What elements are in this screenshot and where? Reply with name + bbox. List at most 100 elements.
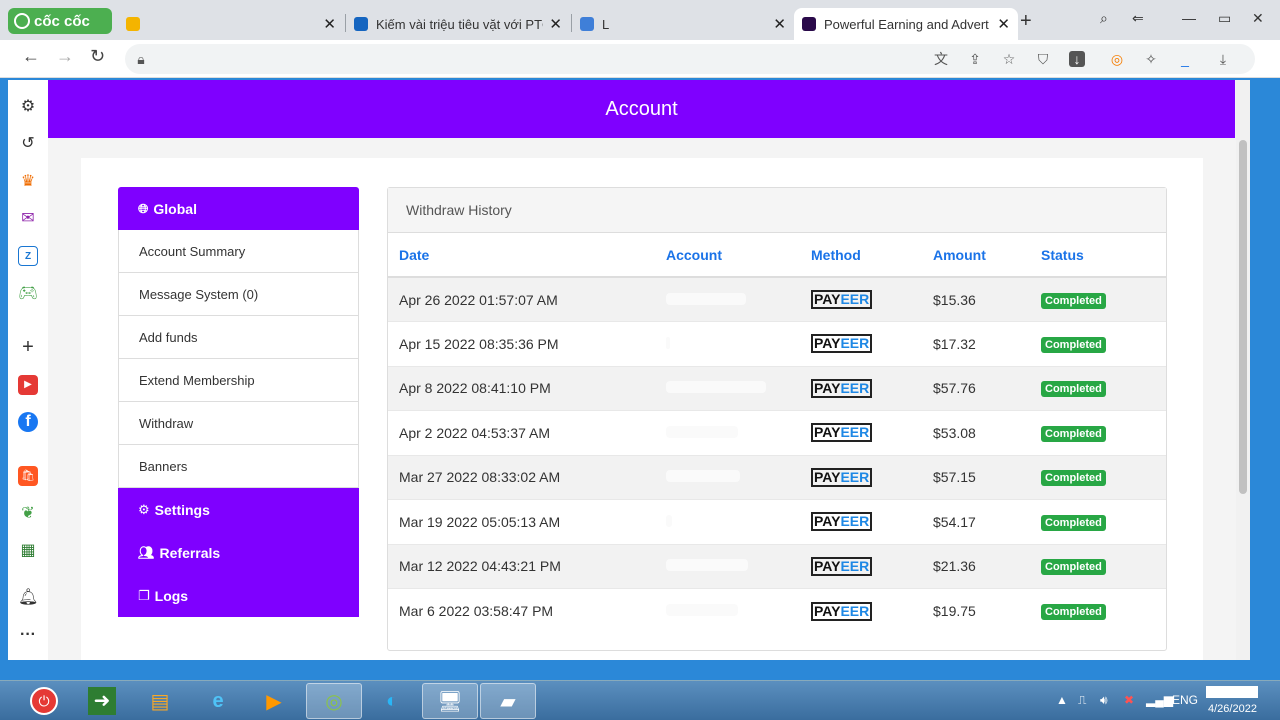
signal-icon[interactable]: ▂▄▆: [1146, 693, 1173, 707]
payeer-logo-eer: EER: [840, 557, 870, 574]
scrollbar-thumb[interactable]: [1239, 140, 1247, 494]
back-icon[interactable]: ←: [22, 46, 40, 67]
menu-settings[interactable]: ⚙ Settings: [118, 488, 359, 531]
tab-active[interactable]: Powerful Earning and Advert ✕: [794, 8, 1018, 40]
redacted-account: [666, 381, 766, 394]
history-icon[interactable]: ↺: [18, 134, 38, 154]
taskbar-notes[interactable]: ▰: [480, 683, 536, 719]
cell-date: Mar 6 2022 03:58:47 PM: [388, 588, 666, 633]
messenger-icon[interactable]: ✉: [18, 209, 38, 229]
language-indicator[interactable]: ENG: [1172, 693, 1198, 707]
youtube-icon[interactable]: ▶: [18, 375, 38, 395]
close-tab-icon[interactable]: ✕: [773, 15, 786, 33]
crown-icon[interactable]: ♛: [18, 172, 38, 192]
cell-method: PAYEER: [811, 588, 933, 633]
close-tab-icon[interactable]: ✕: [323, 15, 336, 33]
share-icon[interactable]: ⇪: [967, 51, 983, 67]
cell-amount: $15.36: [933, 276, 1041, 322]
maximize-icon[interactable]: ▭: [1218, 10, 1231, 27]
more-icon[interactable]: ···: [18, 625, 38, 645]
column-header-account[interactable]: Account: [666, 233, 811, 278]
coccoc-icon: [14, 13, 30, 29]
column-header-method[interactable]: Method: [811, 233, 933, 278]
back-arrow-icon[interactable]: ⇐: [1132, 10, 1144, 27]
bell-icon[interactable]: 🔔︎: [18, 588, 38, 608]
profile-icon[interactable]: _: [1177, 51, 1193, 67]
menu-logs[interactable]: ❐ Logs: [118, 574, 359, 617]
taskbar-app-arrow[interactable]: ➜: [74, 683, 130, 719]
taskbar-coccoc[interactable]: ◎: [306, 683, 362, 719]
taskbar-edge[interactable]: ◐: [364, 683, 420, 719]
add-icon[interactable]: +: [18, 337, 38, 357]
cell-method: PAYEER: [811, 543, 933, 589]
menu-referrals-label: Referrals: [159, 544, 221, 561]
redacted-account: [666, 292, 746, 305]
menu-global-label: Global: [153, 200, 197, 217]
table-row: Mar 6 2022 03:58:47 PM PAYEER $19.75 Comple…: [388, 588, 1166, 633]
clock-date[interactable]: 4/26/2022: [1208, 703, 1257, 715]
payeer-logo-pay: PAY: [814, 379, 841, 396]
network-error-icon[interactable]: ✖: [1124, 693, 1134, 707]
facebook-icon[interactable]: f: [18, 412, 38, 432]
close-tab-icon[interactable]: ✕: [549, 15, 562, 33]
payeer-logo-pay: PAY: [814, 513, 841, 530]
tab-title: Kiếm vài triệu tiêu vặt với PTC: [376, 16, 544, 32]
taskbar-computer[interactable]: 🖥︎: [422, 683, 478, 719]
menu-item-message-system[interactable]: Message System (0): [118, 273, 359, 316]
cell-account: [666, 365, 811, 411]
column-header-date[interactable]: Date: [388, 233, 666, 278]
minimize-icon[interactable]: —: [1182, 10, 1196, 26]
shopee-icon[interactable]: 🛍︎: [18, 466, 38, 486]
translate-icon[interactable]: 文: [933, 51, 949, 67]
shield-icon[interactable]: ⛉: [1035, 51, 1051, 67]
star-icon[interactable]: ☆: [1001, 51, 1017, 67]
download-manager-icon[interactable]: ↓: [1069, 51, 1085, 67]
menu-item-account-summary[interactable]: Account Summary: [118, 230, 359, 273]
sheet-icon[interactable]: ▦: [18, 541, 38, 561]
close-tab-icon[interactable]: ✕: [997, 15, 1010, 33]
menu-item-add-funds[interactable]: Add funds: [118, 316, 359, 359]
menu-item-extend-membership[interactable]: Extend Membership: [118, 359, 359, 402]
payeer-logo: PAYEER: [811, 512, 873, 532]
column-header-status[interactable]: Status: [1041, 233, 1166, 278]
taskbar-media[interactable]: ▶: [246, 683, 302, 719]
address-bar[interactable]: 🔒︎ 文 ⇪ ☆ ⛉ ↓ ◎ ✧ _ ⤓: [125, 44, 1255, 74]
taskbar-ie[interactable]: e: [190, 683, 246, 719]
eco-icon[interactable]: ❦: [18, 504, 38, 524]
start-button[interactable]: ⏻: [16, 683, 72, 719]
tray-usb-icon[interactable]: ⎍: [1078, 693, 1086, 708]
close-window-icon[interactable]: ✕: [1252, 10, 1264, 27]
downloads-icon[interactable]: ⤓: [1215, 51, 1231, 67]
page-scrollbar[interactable]: [1236, 80, 1250, 660]
coccoc-extension-icon[interactable]: ◎: [1109, 51, 1125, 67]
menu-item-label: Message System (0): [139, 286, 259, 302]
cell-status: Completed: [1041, 410, 1166, 455]
gamepad-icon[interactable]: 🎮︎: [18, 284, 38, 304]
cell-method: PAYEER: [811, 410, 933, 455]
zalo-icon[interactable]: Z: [18, 246, 38, 266]
speaker-icon[interactable]: 🔊︎: [1100, 693, 1108, 708]
edge-icon: ◐: [385, 689, 399, 712]
cell-date: Apr 2 2022 04:53:37 AM: [388, 410, 666, 455]
cell-amount: $19.75: [933, 588, 1041, 633]
menu-global[interactable]: 🌐︎ Global: [118, 187, 359, 230]
browser-logo[interactable]: cốc cốc: [8, 8, 112, 34]
new-tab-icon[interactable]: +: [1020, 10, 1032, 33]
tray-expand-icon[interactable]: ▲: [1056, 693, 1068, 707]
column-header-amount[interactable]: Amount: [933, 233, 1041, 278]
taskbar-explorer[interactable]: ▤: [132, 683, 188, 719]
extensions-icon[interactable]: ✧: [1143, 51, 1159, 67]
tab-3[interactable]: L ✕: [572, 8, 794, 40]
tab-1[interactable]: ✕: [118, 8, 344, 40]
menu-referrals[interactable]: 👥︎ Referrals: [118, 531, 359, 574]
clock-time[interactable]: [1206, 686, 1258, 698]
gear-icon[interactable]: ⚙: [18, 97, 38, 117]
tab-search-icon[interactable]: ⌕: [1100, 10, 1108, 27]
menu-item-withdraw[interactable]: Withdraw: [118, 402, 359, 445]
menu-item-banners[interactable]: Banners: [118, 445, 359, 488]
cell-status: Completed: [1041, 499, 1166, 544]
forward-icon[interactable]: →: [56, 46, 74, 67]
lock-icon[interactable]: 🔒︎: [133, 51, 149, 67]
reload-icon[interactable]: ↻: [90, 46, 105, 67]
tab-2[interactable]: Kiếm vài triệu tiêu vặt với PTC ✕: [346, 8, 570, 40]
